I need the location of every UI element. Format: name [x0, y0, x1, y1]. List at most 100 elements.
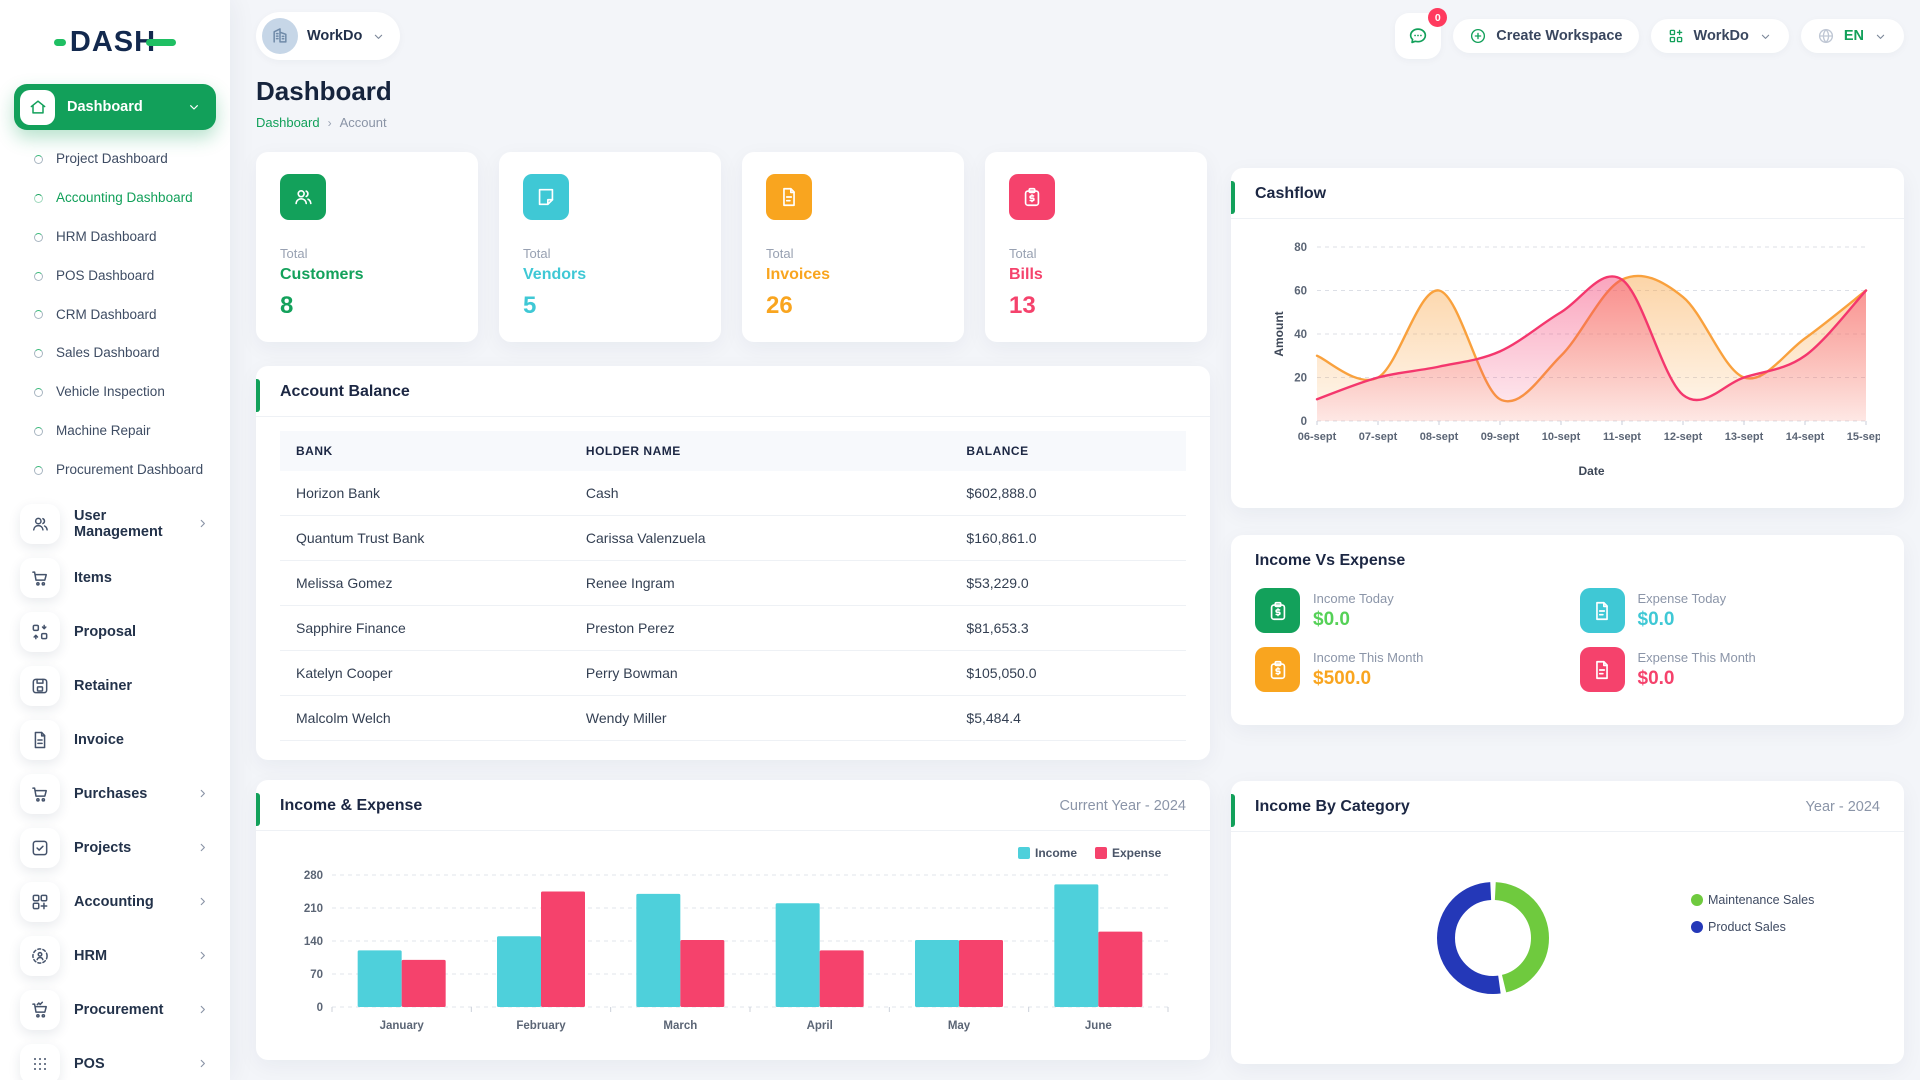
sidebar-item-label: Items — [74, 570, 210, 586]
svg-text:09-sept: 09-sept — [1481, 431, 1520, 443]
pos-icon — [30, 1054, 50, 1074]
svg-text:Date: Date — [1578, 464, 1604, 478]
ive-item-expense-today: Expense Today$0.0 — [1580, 588, 1881, 633]
chevron-down-icon — [186, 99, 202, 115]
messages-badge: 0 — [1428, 8, 1447, 27]
sidebar-item-crm-dashboard[interactable]: CRM Dashboard — [12, 296, 218, 335]
table-cell-balance: $5,484.4 — [950, 696, 1186, 741]
stat-label: Bills — [1009, 266, 1183, 284]
svg-text:Income: Income — [1035, 846, 1077, 860]
accounting-icon-chip — [20, 882, 60, 922]
sidebar-item-label: Procurement Dashboard — [56, 462, 203, 479]
table-cell-bank: Horizon Bank — [280, 471, 570, 516]
globe-icon — [1817, 27, 1835, 45]
sidebar-item-retainer[interactable]: Retainer — [12, 660, 218, 712]
retainer-icon-chip — [20, 666, 60, 706]
svg-text:Product Sales: Product Sales — [1708, 920, 1786, 934]
sidebar-item-label: POS Dashboard — [56, 268, 154, 285]
chat-icon — [1407, 25, 1429, 47]
sidebar-item-pos[interactable]: POS — [12, 1038, 218, 1080]
sidebar-item-pos-dashboard[interactable]: POS Dashboard — [12, 257, 218, 296]
sidebar-item-machine-repair[interactable]: Machine Repair — [12, 412, 218, 451]
stat-label: Vendors — [523, 266, 697, 284]
svg-text:80: 80 — [1294, 242, 1307, 254]
sidebar-item-accounting-dashboard[interactable]: Accounting Dashboard — [12, 179, 218, 218]
create-workspace-label: Create Workspace — [1496, 28, 1622, 44]
svg-text:February: February — [516, 1020, 566, 1032]
sidebar-item-project-dashboard[interactable]: Project Dashboard — [12, 140, 218, 179]
workspace-switcher[interactable]: WorkDo — [256, 12, 400, 60]
panel-title: Cashflow — [1255, 185, 1326, 203]
language-selector[interactable]: EN — [1801, 19, 1904, 53]
workdo-menu-button[interactable]: WorkDo — [1651, 19, 1789, 53]
table-cell-bank: Melissa Gomez — [280, 561, 570, 606]
panel-header: Income Vs Expense — [1231, 535, 1904, 574]
cashflow-area-chart: 80604020006-sept07-sept08-sept09-sept10-… — [1231, 219, 1904, 494]
stat-prefix: Total — [280, 246, 454, 261]
table-cell-bank: Sapphire Finance — [280, 606, 570, 651]
ive-item-income-this-month: Income This Month$500.0 — [1255, 647, 1556, 692]
stat-card-customers: Total Customers 8 — [256, 152, 478, 342]
ive-label: Expense This Month — [1638, 650, 1756, 665]
sidebar-item-vehicle-inspection[interactable]: Vehicle Inspection — [12, 373, 218, 412]
sidebar-item-proposal[interactable]: Proposal — [12, 606, 218, 658]
chevron-right-icon — [195, 1056, 210, 1071]
svg-text:06-sept: 06-sept — [1298, 431, 1337, 443]
sidebar-item-accounting[interactable]: Accounting — [12, 876, 218, 928]
sidebar-item-user-management[interactable]: User Management — [12, 498, 218, 550]
logo-text: DASH — [70, 26, 156, 59]
sidebar-item-dashboard[interactable]: Dashboard — [14, 84, 216, 130]
fileLines-icon — [1580, 647, 1625, 692]
stat-label: Invoices — [766, 266, 940, 284]
sidebar-item-label: Projects — [74, 840, 181, 856]
income-expense-bar-chart: 070140210280JanuaryFebruaryMarchAprilMay… — [256, 831, 1210, 1060]
sidebar-item-hrm[interactable]: HRM — [12, 930, 218, 982]
table-cell-bank: Malcolm Welch — [280, 696, 570, 741]
stats-row: TotalCustomers8TotalVendors5TotalInvoice… — [256, 152, 1210, 342]
panel-title: Income Vs Expense — [1255, 552, 1405, 570]
table-header-row: BANKHOLDER NAMEBALANCE — [280, 431, 1186, 471]
sidebar-item-items[interactable]: Items — [12, 552, 218, 604]
sidebar-item-label: Project Dashboard — [56, 151, 168, 168]
sidebar-item-hrm-dashboard[interactable]: HRM Dashboard — [12, 218, 218, 257]
building-icon — [270, 26, 290, 46]
proposal-icon-chip — [20, 612, 60, 652]
projects-icon-chip — [20, 828, 60, 868]
table-cell-bank: Quantum Trust Bank — [280, 516, 570, 561]
svg-text:Amount: Amount — [1272, 311, 1286, 356]
chevron-down-icon — [1758, 29, 1773, 44]
create-workspace-button[interactable]: Create Workspace — [1453, 19, 1638, 53]
stat-label: Customers — [280, 266, 454, 284]
stat-prefix: Total — [1009, 246, 1183, 261]
ive-texts: Expense This Month$0.0 — [1638, 650, 1756, 690]
sidebar-item-invoice[interactable]: Invoice — [12, 714, 218, 766]
table-column-header: HOLDER NAME — [570, 431, 951, 471]
bullet-ring-icon — [34, 194, 43, 203]
table-cell-holder: Carissa Valenzuela — [570, 516, 951, 561]
chevron-right-icon — [195, 516, 210, 531]
svg-text:40: 40 — [1294, 329, 1307, 341]
accounting-icon — [30, 892, 50, 912]
content-columns: TotalCustomers8TotalVendors5TotalInvoice… — [256, 152, 1904, 1064]
sidebar-item-label: Retainer — [74, 678, 210, 694]
chevron-right-icon — [195, 894, 210, 909]
brand-logo: DASH — [12, 14, 218, 70]
messages-button[interactable]: 0 — [1395, 13, 1441, 59]
sidebar-item-procurement-dashboard[interactable]: Procurement Dashboard — [12, 451, 218, 490]
sidebar-item-sales-dashboard[interactable]: Sales Dashboard — [12, 334, 218, 373]
chevron-right-icon — [195, 786, 210, 801]
sidebar-item-projects[interactable]: Projects — [12, 822, 218, 874]
svg-text:210: 210 — [304, 903, 323, 915]
users-icon-chip — [20, 504, 60, 544]
stat-value: 8 — [280, 292, 454, 320]
note-icon — [523, 174, 569, 220]
ive-label: Expense Today — [1638, 591, 1727, 606]
sidebar-item-purchases[interactable]: Purchases — [12, 768, 218, 820]
svg-text:07-sept: 07-sept — [1359, 431, 1398, 443]
sidebar-item-procurement[interactable]: Procurement — [12, 984, 218, 1036]
table-row: Sapphire FinancePreston Perez$81,653.3 — [280, 606, 1186, 651]
breadcrumb-dashboard-link[interactable]: Dashboard — [256, 115, 320, 130]
stat-prefix: Total — [766, 246, 940, 261]
svg-text:08-sept: 08-sept — [1420, 431, 1459, 443]
chevron-down-icon — [371, 29, 386, 44]
